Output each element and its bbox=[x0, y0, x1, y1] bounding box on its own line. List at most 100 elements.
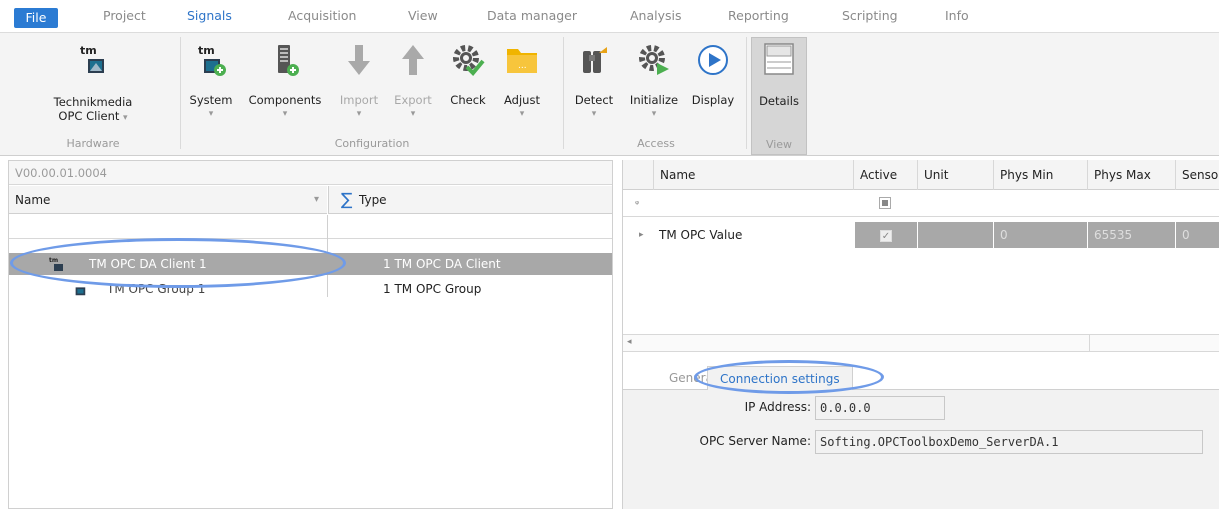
tree-col-type-label: Type bbox=[359, 193, 387, 207]
tree-row-type: 1 TM OPC DA Client bbox=[383, 257, 501, 271]
menu-analysis[interactable]: Analysis bbox=[630, 8, 682, 23]
details-tabs: General Connection settings bbox=[623, 364, 1219, 390]
menu-file[interactable]: File bbox=[14, 8, 58, 28]
binoculars-icon bbox=[583, 47, 607, 73]
tab-connection-settings[interactable]: Connection settings bbox=[707, 366, 853, 390]
tm-device-icon: tm bbox=[49, 257, 63, 271]
display-button[interactable]: Display bbox=[688, 39, 738, 131]
hardware-button-label-1: Technikmedia bbox=[53, 95, 133, 109]
opc-server-name-label: OPC Server Name: bbox=[699, 434, 812, 448]
initialize-label: Initialize bbox=[629, 93, 679, 107]
grid-cell-name[interactable]: TM OPC Value bbox=[653, 222, 853, 248]
table-row[interactable]: ▸ TM OPC Value ✓ 0 65535 0 bbox=[623, 222, 1219, 248]
opc-server-name-field[interactable]: Softing.OPCToolboxDemo_ServerDA.1 bbox=[815, 430, 1203, 454]
version-label: V00.00.01.0004 bbox=[9, 161, 612, 185]
check-button[interactable]: Check bbox=[448, 39, 488, 131]
chevron-down-icon[interactable]: ▾ bbox=[314, 186, 319, 214]
display-label: Display bbox=[691, 93, 735, 107]
connection-settings-form: IP Address: 0.0.0.0 OPC Server Name: Sof… bbox=[623, 390, 1219, 509]
active-filter-checkbox[interactable] bbox=[879, 197, 891, 209]
menu-project[interactable]: Project bbox=[103, 8, 146, 23]
horizontal-scrollbar[interactable]: ◂ bbox=[623, 334, 1219, 352]
menu-data-manager[interactable]: Data manager bbox=[487, 8, 577, 23]
grid-cell-phys-min[interactable]: 0 bbox=[994, 222, 1087, 248]
import-label: Import bbox=[339, 93, 379, 107]
tree-row-name: TM OPC Group 1 bbox=[107, 282, 206, 296]
system-label: System bbox=[189, 93, 233, 107]
detect-label: Detect bbox=[574, 93, 614, 107]
menu-scripting[interactable]: Scripting bbox=[842, 8, 898, 23]
row-expand-icon[interactable]: ▸ bbox=[633, 222, 653, 248]
system-icon: tm bbox=[198, 44, 226, 76]
tree-col-name-label: Name bbox=[15, 193, 51, 207]
folder-icon: ... bbox=[507, 49, 537, 73]
grid-cell-phys-max[interactable]: 65535 bbox=[1088, 222, 1175, 248]
grid-col-sensor[interactable]: Senso bbox=[1175, 160, 1219, 190]
components-label: Components bbox=[248, 93, 322, 107]
tree-col-type-header[interactable]: ∑ Type bbox=[328, 186, 612, 214]
grid-cell-unit[interactable] bbox=[918, 222, 993, 248]
group-label-view: View bbox=[765, 138, 793, 151]
export-button[interactable]: Export ▾ bbox=[390, 39, 436, 131]
details-label: Details bbox=[759, 94, 799, 108]
arrow-up-icon bbox=[402, 45, 424, 75]
grid-col-unit[interactable]: Unit bbox=[917, 160, 993, 190]
tm-logo-text: tm bbox=[49, 257, 58, 264]
tm-logo-text: tm bbox=[80, 44, 97, 57]
system-button[interactable]: tm System ▾ bbox=[186, 39, 236, 131]
group-label-access: Access bbox=[637, 137, 675, 150]
chevron-down-icon: ▾ bbox=[651, 109, 657, 119]
chevron-down-icon: ▾ bbox=[519, 109, 525, 119]
signal-grid-panel: Name Active Unit Phys Min Phys Max Senso… bbox=[622, 160, 1219, 509]
chevron-down-icon: ▾ bbox=[282, 109, 288, 119]
details-panel-icon bbox=[764, 43, 794, 75]
initialize-button[interactable]: Initialize ▾ bbox=[626, 39, 682, 131]
grid-col-phys-min[interactable]: Phys Min bbox=[993, 160, 1087, 190]
play-circle-icon bbox=[698, 45, 728, 75]
grid-col-phys-max[interactable]: Phys Max bbox=[1087, 160, 1175, 190]
grid-filter-row[interactable]: ᵩ bbox=[623, 191, 1219, 217]
chevron-down-icon: ▾ bbox=[208, 109, 214, 119]
grid-cell-sensor[interactable]: 0 bbox=[1176, 222, 1219, 248]
gear-play-icon bbox=[639, 45, 669, 75]
chevron-down-icon: ▾ bbox=[591, 109, 597, 119]
import-button[interactable]: Import ▾ bbox=[336, 39, 382, 131]
tree-row-type: 1 TM OPC Group bbox=[383, 282, 482, 296]
tree-row-name: TM OPC DA Client 1 bbox=[89, 257, 207, 271]
menu-view[interactable]: View bbox=[408, 8, 438, 23]
grid-cell-active[interactable]: ✓ bbox=[855, 222, 917, 248]
arrow-down-icon bbox=[348, 45, 370, 75]
sum-icon[interactable]: ∑ bbox=[341, 186, 352, 214]
chevron-down-icon: ▾ bbox=[356, 109, 362, 119]
grid-col-name[interactable]: Name bbox=[653, 160, 853, 190]
gear-check-icon bbox=[453, 45, 485, 76]
group-device-icon bbox=[75, 287, 86, 296]
menu-info[interactable]: Info bbox=[945, 8, 969, 23]
tree-row[interactable]: TM OPC Group 1 1 TM OPC Group bbox=[9, 278, 612, 300]
details-button[interactable]: Details View bbox=[751, 37, 807, 155]
component-tree-panel: V00.00.01.0004 Name ▾ ∑ Type tm TM OPC D… bbox=[8, 160, 613, 509]
menu-acquisition[interactable]: Acquisition bbox=[288, 8, 356, 23]
svg-text:...: ... bbox=[518, 61, 527, 71]
scroll-left-icon[interactable]: ◂ bbox=[627, 337, 632, 347]
group-label-configuration: Configuration bbox=[334, 137, 410, 150]
menu-signals[interactable]: Signals bbox=[187, 8, 232, 23]
adjust-label: Adjust bbox=[504, 93, 540, 107]
detect-button[interactable]: Detect ▾ bbox=[568, 39, 620, 131]
tm-device-icon: tm bbox=[80, 44, 104, 73]
ip-address-field[interactable]: 0.0.0.0 bbox=[815, 396, 945, 420]
check-icon[interactable]: ✓ bbox=[880, 229, 892, 242]
grid-header: Name Active Unit Phys Min Phys Max Senso bbox=[623, 160, 1219, 190]
tree-col-name-header[interactable]: Name ▾ bbox=[9, 186, 327, 214]
filter-icon[interactable]: ᵩ bbox=[635, 196, 639, 207]
tree-row[interactable]: tm TM OPC DA Client 1 1 TM OPC DA Client bbox=[9, 253, 612, 275]
menu-reporting[interactable]: Reporting bbox=[728, 8, 789, 23]
check-label: Check bbox=[450, 93, 486, 107]
technikmedia-opc-client-button[interactable]: tm Technikmedia OPC Client ▾ bbox=[40, 39, 146, 131]
ip-address-label: IP Address: bbox=[744, 400, 811, 414]
adjust-button[interactable]: ... Adjust ▾ bbox=[496, 39, 548, 131]
components-button[interactable]: Components ▾ bbox=[244, 39, 326, 131]
tree-filter-row[interactable] bbox=[9, 215, 612, 239]
hardware-button-label-2: OPC Client ▾ bbox=[58, 109, 128, 123]
grid-col-active[interactable]: Active bbox=[853, 160, 917, 190]
